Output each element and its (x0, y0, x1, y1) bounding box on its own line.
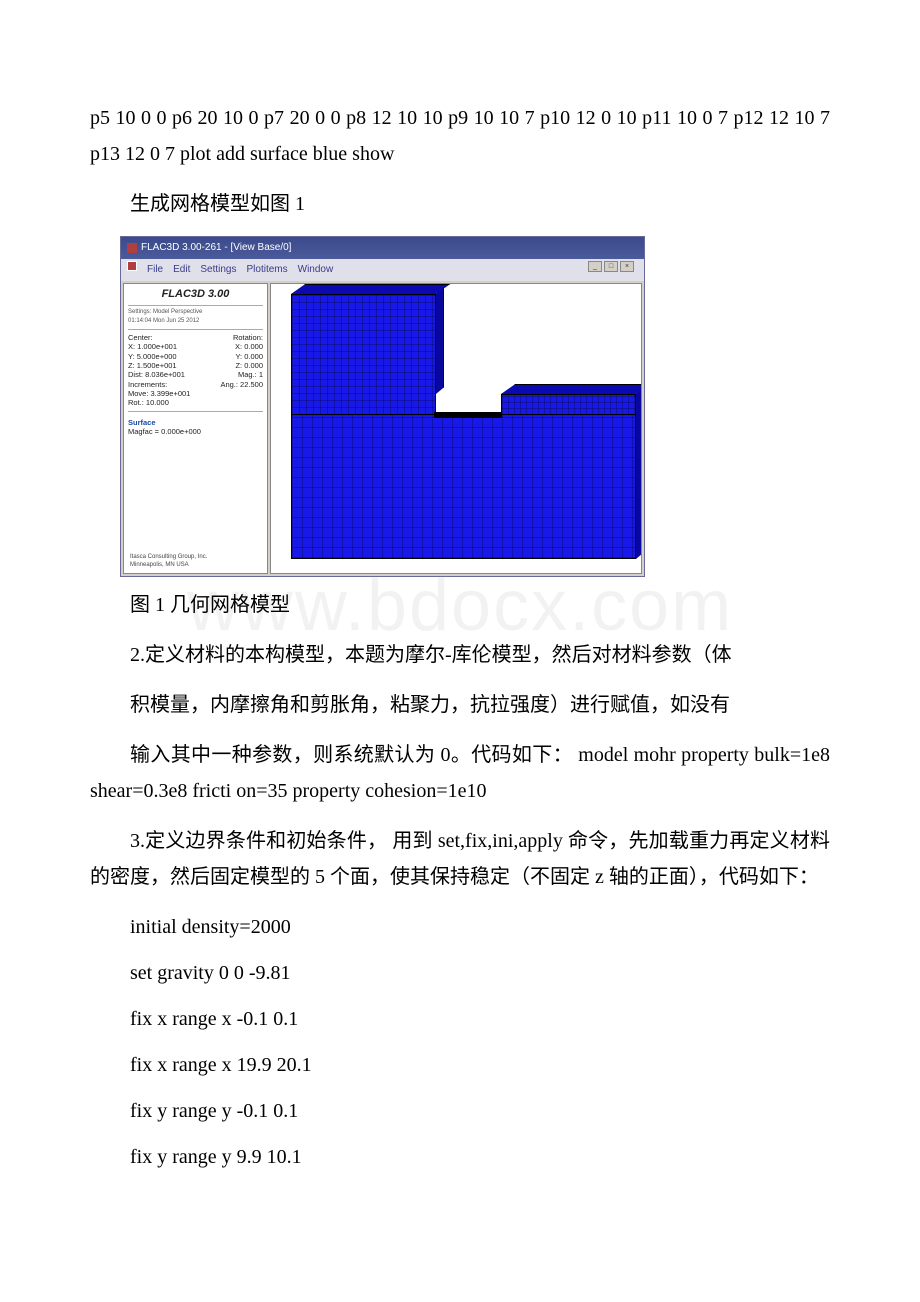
body-text-genmesh: 生成网格模型如图 1 (90, 186, 830, 222)
body-text-step2c: 输入其中一种参数，则系统默认为 0。代码如下： model mohr prope… (90, 737, 830, 809)
center-y: Y: 5.000e+000 (128, 352, 177, 361)
surface-header: Surface (128, 418, 263, 427)
code-line-3: fix x range x -0.1 0.1 (130, 1001, 830, 1037)
center-x: X: 1.000e+001 (128, 342, 177, 351)
viewport-3d[interactable] (270, 283, 642, 574)
center-header: Center: (128, 333, 153, 342)
menu-edit[interactable]: Edit (173, 261, 190, 279)
dist-value: Dist: 8.036e+001 (128, 370, 185, 379)
mesh-column (291, 294, 436, 416)
center-z: Z: 1.500e+001 (128, 361, 177, 370)
menu-settings[interactable]: Settings (200, 261, 236, 279)
increments-label: Increments: (128, 380, 167, 389)
code-line-4: fix x range x 19.9 20.1 (130, 1047, 830, 1083)
mesh-side-face-1 (436, 287, 444, 394)
settings-label: Settings: Model Perspective (128, 309, 263, 317)
close-button[interactable]: × (620, 261, 634, 272)
brand-label: FLAC3D 3.00 (128, 288, 263, 302)
menu-plotitems[interactable]: Plotitems (247, 261, 288, 279)
footer-location: Minneapolis, MN USA (130, 562, 207, 570)
mesh-base (291, 414, 636, 559)
window-controls: _ □ × (588, 261, 634, 279)
rot-x: X: 0.000 (235, 342, 263, 351)
maximize-button[interactable]: □ (604, 261, 618, 272)
rotation-header: Rotation: (233, 333, 263, 342)
mag-value: Mag.: 1 (238, 370, 263, 379)
code-line-6: fix y range y 9.9 10.1 (130, 1139, 830, 1175)
code-line-1: initial density=2000 (130, 909, 830, 945)
mesh-step (501, 394, 636, 416)
mesh-top-face-1 (291, 284, 450, 294)
body-text-coords: p5 10 0 0 p6 20 10 0 p7 20 0 0 p8 12 10 … (90, 100, 830, 172)
titlebar: FLAC3D 3.00-261 - [View Base/0] (121, 237, 644, 259)
doc-icon (127, 261, 137, 271)
rot-value: Rot.: 10.000 (128, 398, 263, 407)
figure-caption-1: 图 1 几何网格模型 (90, 587, 830, 623)
info-panel: FLAC3D 3.00 Settings: Model Perspective … (123, 283, 268, 574)
ang-value: Ang.: 22.500 (220, 380, 263, 389)
mesh-side-face-2 (636, 387, 642, 559)
titlebar-text: FLAC3D 3.00-261 - [View Base/0] (141, 239, 291, 257)
figure-1: FLAC3D 3.00-261 - [View Base/0] File Edi… (120, 236, 830, 577)
body-text-step2b: 积模量，内摩擦角和剪胀角，粘聚力，抗拉强度）进行赋值，如没有 (90, 687, 830, 723)
move-value: Move: 3.399e+001 (128, 389, 263, 398)
rot-y: Y: 0.000 (235, 352, 263, 361)
body-text-step3: 3.定义边界条件和初始条件， 用到 set,fix,ini,apply 命令，先… (90, 823, 830, 895)
app-icon (127, 243, 137, 253)
menu-file[interactable]: File (147, 261, 163, 279)
minimize-button[interactable]: _ (588, 261, 602, 272)
footer-company: Itasca Consulting Group, Inc. (130, 554, 207, 562)
body-text-step2a: 2.定义材料的本构模型，本题为摩尔-库伦模型，然后对材料参数（体 (90, 637, 830, 673)
code-line-2: set gravity 0 0 -9.81 (130, 955, 830, 991)
window-content: FLAC3D 3.00 Settings: Model Perspective … (121, 281, 644, 576)
code-line-5: fix y range y -0.1 0.1 (130, 1093, 830, 1129)
menubar: File Edit Settings Plotitems Window _ □ … (121, 259, 644, 281)
mesh-trench (434, 412, 502, 418)
mesh-top-face-2 (501, 384, 642, 394)
timestamp-label: 01:14:04 Mon Jun 25 2012 (128, 318, 263, 326)
menu-window[interactable]: Window (298, 261, 334, 279)
flac-window: FLAC3D 3.00-261 - [View Base/0] File Edi… (120, 236, 645, 577)
magfac-value: Magfac = 0.000e+000 (128, 427, 263, 436)
rot-z: Z: 0.000 (235, 361, 263, 370)
